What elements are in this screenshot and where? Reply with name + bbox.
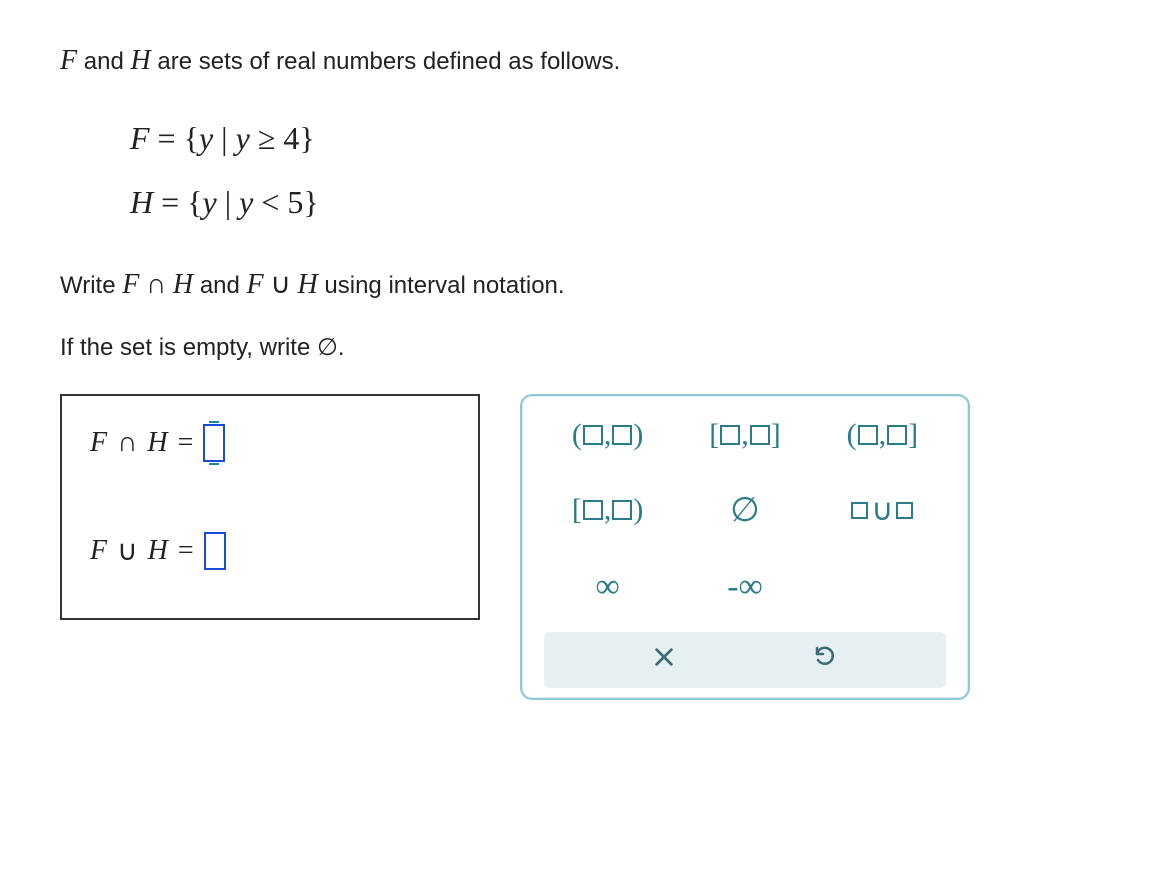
- union-symbol: ∪: [117, 534, 138, 568]
- close-icon: [653, 646, 675, 668]
- equals: =: [178, 427, 194, 459]
- undo-icon: [813, 644, 837, 668]
- label-H: H: [148, 535, 168, 567]
- palette-neg-infinity[interactable]: -∞: [681, 564, 808, 610]
- palette-union-template[interactable]: ∪: [819, 489, 946, 532]
- var-F: F: [60, 45, 77, 76]
- prompt-line-1: F and H are sets of real numbers defined…: [60, 40, 1090, 82]
- palette-closed-open[interactable]: [,): [544, 489, 671, 531]
- prompt-line-3: If the set is empty, write ∅.: [60, 330, 1090, 366]
- equals: =: [178, 535, 194, 567]
- answer-box: F ∩ H = F ∪ H =: [60, 394, 480, 620]
- label-F: F: [90, 427, 107, 459]
- prompt-line-2: Write F ∩ H and F ∪ H using interval not…: [60, 264, 1090, 306]
- intersection-symbol: ∩: [117, 427, 137, 459]
- set-definitions: F = {y | y ≥ 4} H = {y | y < 5}: [130, 106, 1090, 234]
- union-input[interactable]: [204, 532, 226, 570]
- undo-button[interactable]: [801, 642, 849, 678]
- var-H: H: [131, 45, 151, 76]
- palette-open-open[interactable]: (,): [544, 414, 671, 456]
- palette-open-closed[interactable]: (,]: [819, 414, 946, 456]
- label-H: H: [147, 427, 167, 459]
- union-answer-line: F ∪ H =: [90, 532, 450, 570]
- palette-blank: [819, 583, 946, 591]
- definition-F: F = {y | y ≥ 4}: [130, 106, 1090, 170]
- definition-H: H = {y | y < 5}: [130, 170, 1090, 234]
- palette-infinity[interactable]: ∞: [544, 564, 671, 610]
- clear-button[interactable]: [641, 642, 687, 678]
- intersection-input[interactable]: [203, 424, 225, 462]
- label-F: F: [90, 535, 107, 567]
- palette-empty-set[interactable]: ∅: [681, 486, 808, 534]
- symbol-palette: (,) [,] (,] [,) ∅ ∪ ∞ -∞: [520, 394, 970, 700]
- intersection-answer-line: F ∩ H =: [90, 424, 450, 462]
- palette-closed-closed[interactable]: [,]: [681, 414, 808, 456]
- palette-action-bar: [544, 632, 946, 688]
